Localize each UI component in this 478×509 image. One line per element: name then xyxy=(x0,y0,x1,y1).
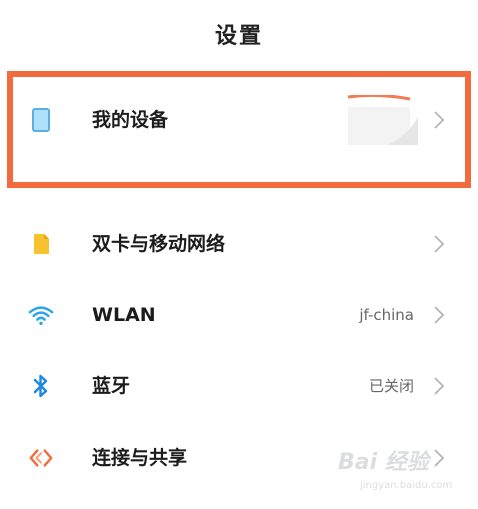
wifi-icon xyxy=(28,302,54,328)
settings-row-wlan[interactable]: WLAN jf-china xyxy=(0,285,478,345)
bluetooth-icon xyxy=(28,373,54,399)
settings-row-bluetooth[interactable]: 蓝牙 已关闭 xyxy=(0,356,478,416)
connection-share-icon xyxy=(28,445,54,471)
baidu-jingyan-watermark: Bai 经验 jingyan.baidu.com xyxy=(330,440,460,500)
device-icon xyxy=(28,107,54,133)
settings-row-label: 蓝牙 xyxy=(92,375,131,397)
chevron-right-icon xyxy=(434,306,445,324)
page-title: 设置 xyxy=(214,24,263,49)
settings-row-my-device[interactable]: 我的设备 xyxy=(0,90,478,150)
wlan-network-value: jf-china xyxy=(359,306,414,324)
chevron-right-icon xyxy=(434,111,445,129)
settings-row-dual-sim[interactable]: 双卡与移动网络 xyxy=(0,214,478,274)
settings-row-label: 连接与共享 xyxy=(92,447,188,469)
watermark-text: Bai 经验 xyxy=(338,450,429,475)
chevron-right-icon xyxy=(434,235,445,253)
chevron-right-icon xyxy=(434,377,445,395)
bluetooth-status-value: 已关闭 xyxy=(368,377,414,395)
settings-row-label: 我的设备 xyxy=(92,109,169,131)
redacted-value xyxy=(347,93,418,147)
watermark-subtext: jingyan.baidu.com xyxy=(360,480,453,491)
settings-row-label: 双卡与移动网络 xyxy=(92,233,226,255)
sim-card-icon xyxy=(28,231,54,257)
settings-row-label: WLAN xyxy=(92,304,156,326)
